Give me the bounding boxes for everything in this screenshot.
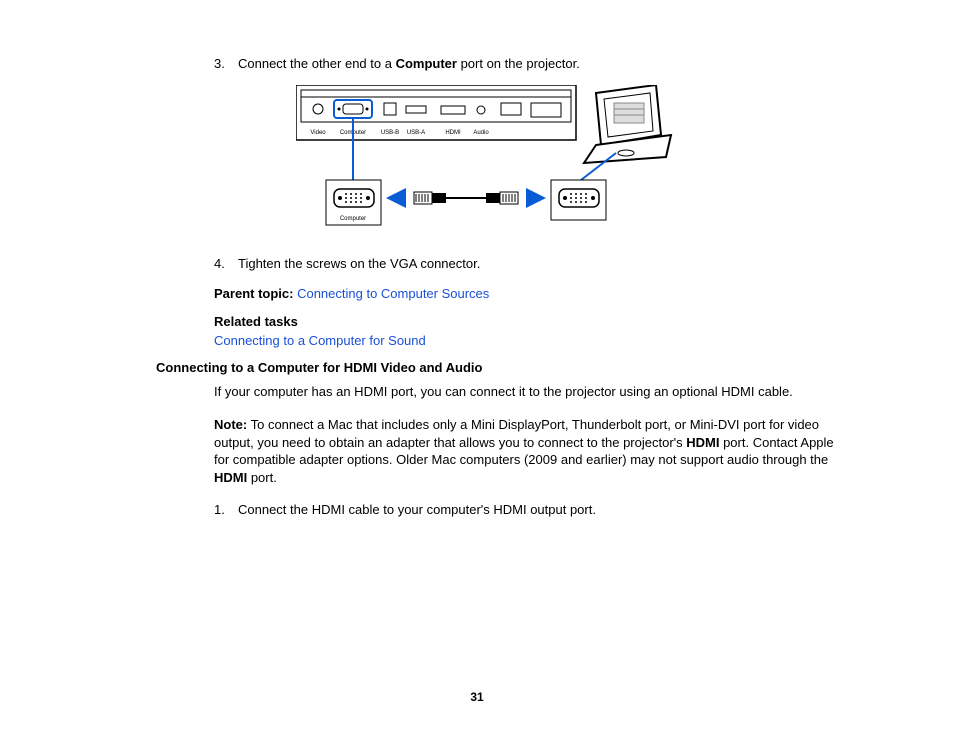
- parent-topic-line: Parent topic: Connecting to Computer Sou…: [214, 285, 844, 303]
- connection-diagram: Video Computer USB-B USB-A HDMI Audio: [296, 85, 844, 240]
- port-label-usb-b: USB-B: [381, 130, 399, 136]
- vga-cable-icon: [414, 192, 518, 204]
- port-label-hdmi: HDMI: [445, 130, 461, 136]
- related-task-link[interactable]: Connecting to a Computer for Sound: [214, 333, 426, 348]
- note-paragraph: Note: To connect a Mac that includes onl…: [214, 416, 844, 486]
- parent-topic-link[interactable]: Connecting to Computer Sources: [297, 286, 489, 301]
- related-tasks-label: Related tasks: [214, 313, 844, 331]
- port-label-audio: Audio: [473, 130, 489, 136]
- step-3-number: 3.: [214, 56, 238, 71]
- intro-paragraph: If your computer has an HDMI port, you c…: [214, 383, 844, 401]
- step-3: 3. Connect the other end to a Computer p…: [214, 56, 844, 71]
- step-4-number: 4.: [214, 256, 238, 271]
- step-1: 1. Connect the HDMI cable to your comput…: [214, 502, 844, 517]
- page-number: 31: [0, 690, 954, 704]
- port-label-video: Video: [310, 130, 326, 136]
- step-1-text: Connect the HDMI cable to your computer'…: [238, 502, 596, 517]
- step-3-text: Connect the other end to a Computer port…: [238, 56, 580, 71]
- step-4: 4. Tighten the screws on the VGA connect…: [214, 256, 844, 271]
- step-1-number: 1.: [214, 502, 238, 517]
- laptop-icon: [584, 85, 671, 163]
- connector-label-computer: Computer: [340, 216, 366, 222]
- step-4-text: Tighten the screws on the VGA connector.: [238, 256, 480, 271]
- parent-topic-label: Parent topic:: [214, 286, 297, 301]
- section-heading: Connecting to a Computer for HDMI Video …: [156, 360, 844, 375]
- port-label-usb-a: USB-A: [407, 130, 425, 136]
